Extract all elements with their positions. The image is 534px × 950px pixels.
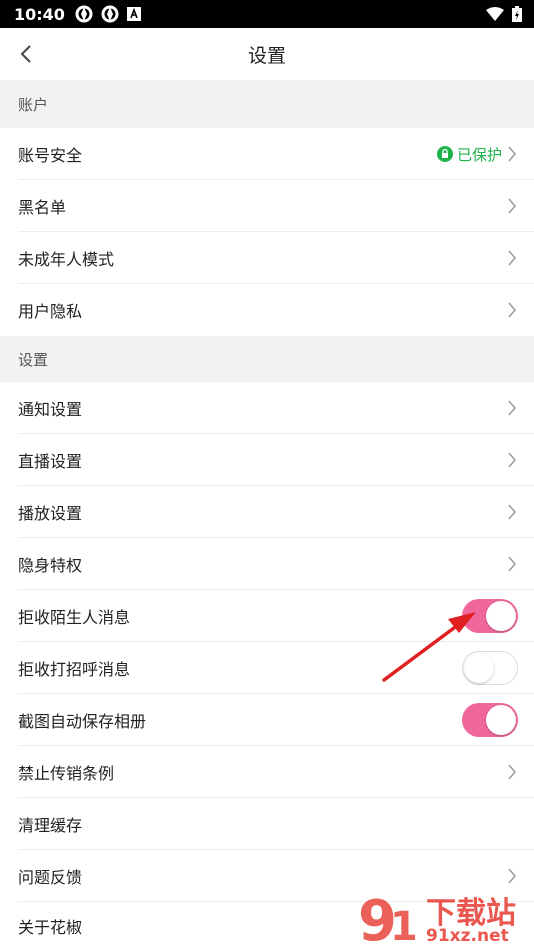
row-label: 用户隐私 [18, 302, 83, 321]
row-label: 关于花椒 [18, 918, 83, 937]
back-button[interactable] [12, 40, 40, 68]
chevron-right-icon [506, 248, 518, 268]
a-notification-icon [126, 7, 141, 21]
chevron-left-icon [20, 45, 31, 63]
row-mlm-prohibition[interactable]: 禁止传销条例 [0, 746, 534, 798]
row-playback-settings[interactable]: 播放设置 [0, 486, 534, 538]
row-label: 未成年人模式 [18, 250, 115, 269]
row-clear-cache[interactable]: 清理缓存 [0, 798, 534, 850]
row-user-privacy[interactable]: 用户隐私 [0, 284, 534, 336]
row-label: 直播设置 [18, 452, 83, 471]
chevron-right-icon [506, 300, 518, 320]
reject-greeting-toggle[interactable] [462, 651, 518, 685]
app-notification-icon-2 [101, 5, 119, 23]
page-title: 设置 [247, 44, 286, 67]
section-header-account: 账户 [0, 80, 534, 128]
row-label: 拒收打招呼消息 [18, 660, 131, 679]
toggle-knob [486, 705, 516, 735]
chevron-right-icon [506, 196, 518, 216]
nav-bar: 设置 [0, 28, 534, 80]
chevron-right-icon [506, 502, 518, 522]
wifi-icon [486, 7, 504, 21]
row-label: 禁止传销条例 [18, 764, 115, 783]
app-notification-icon [75, 5, 93, 23]
row-blacklist[interactable]: 黑名单 [0, 180, 534, 232]
status-badge: 已保护 [436, 144, 502, 165]
chevron-right-icon [506, 762, 518, 782]
row-label: 隐身特权 [18, 556, 83, 575]
battery-icon [512, 6, 522, 22]
auto-save-screenshot-toggle[interactable] [462, 703, 518, 737]
row-label: 黑名单 [18, 198, 67, 217]
row-label: 通知设置 [18, 400, 83, 419]
row-label: 播放设置 [18, 504, 83, 523]
svg-text:1: 1 [390, 904, 418, 950]
row-live-settings[interactable]: 直播设置 [0, 434, 534, 486]
row-label: 问题反馈 [18, 868, 83, 887]
watermark: 9 1 下载站 91xz.net [354, 886, 534, 950]
chevron-right-icon [506, 866, 518, 886]
watermark-logo-icon: 9 1 [358, 889, 418, 950]
status-icons-right [486, 6, 522, 22]
row-notification-settings[interactable]: 通知设置 [0, 382, 534, 434]
row-label: 截图自动保存相册 [18, 712, 147, 731]
section-header-label: 账户 [18, 95, 49, 114]
row-reject-stranger-messages: 拒收陌生人消息 [0, 590, 534, 642]
chevron-right-icon [506, 450, 518, 470]
toggle-knob [486, 601, 516, 631]
section-header-settings: 设置 [0, 336, 534, 382]
section-header-label: 设置 [18, 350, 49, 369]
chevron-right-icon [506, 398, 518, 418]
lock-icon [436, 146, 453, 162]
badge-label: 已保护 [456, 145, 502, 164]
row-account-security[interactable]: 账号安全 已保护 [0, 128, 534, 180]
row-auto-save-screenshot: 截图自动保存相册 [0, 694, 534, 746]
status-time: 10:40 [14, 4, 65, 24]
row-minor-mode[interactable]: 未成年人模式 [0, 232, 534, 284]
status-bar: 10:40 [0, 0, 534, 28]
row-label: 清理缓存 [18, 816, 83, 835]
row-invisible-privilege[interactable]: 隐身特权 [0, 538, 534, 590]
reject-stranger-toggle[interactable] [462, 599, 518, 633]
row-label: 拒收陌生人消息 [18, 608, 131, 627]
watermark-url: 91xz.net [426, 926, 509, 946]
chevron-right-icon [506, 144, 518, 164]
status-icons-left [75, 5, 141, 23]
row-reject-greeting-messages: 拒收打招呼消息 [0, 642, 534, 694]
toggle-knob [464, 653, 494, 683]
row-label: 账号安全 [18, 146, 83, 165]
chevron-right-icon [506, 554, 518, 574]
